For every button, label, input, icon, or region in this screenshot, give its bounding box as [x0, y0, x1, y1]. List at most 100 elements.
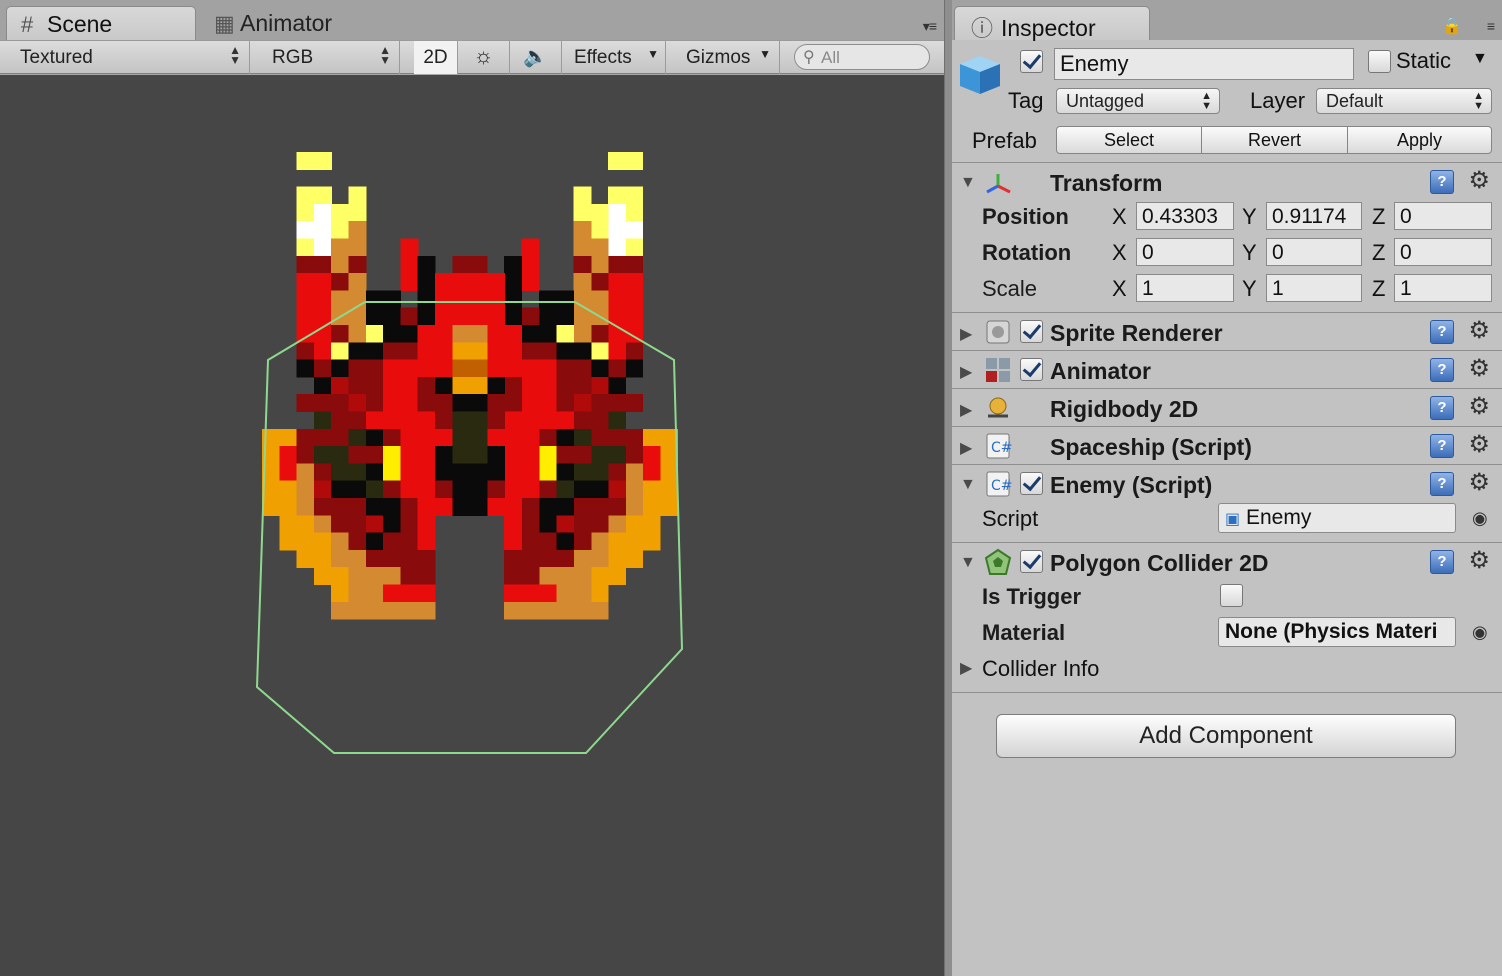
help-icon[interactable]: ?: [1430, 396, 1454, 420]
polygon-collider-header[interactable]: ▼ Polygon Collider 2D ? ⚙: [952, 544, 1502, 581]
gear-icon[interactable]: ⚙: [1468, 430, 1490, 459]
sprite-pixel: [504, 549, 523, 568]
rotation-y-field[interactable]: 0: [1266, 238, 1362, 266]
active-checkbox[interactable]: [1020, 50, 1043, 73]
sprite-pixel: [590, 359, 609, 378]
sprite-pixel: [608, 515, 626, 534]
sprite-pixel: [625, 394, 644, 413]
sprite-pixel: [538, 480, 557, 499]
position-y-field[interactable]: 0.91174: [1266, 202, 1362, 230]
static-checkbox[interactable]: [1368, 50, 1391, 73]
foldout-expanded-icon[interactable]: ▼: [960, 476, 976, 494]
scale-label: Scale: [982, 276, 1038, 301]
sprite-pixel: [538, 411, 557, 430]
scale-x-field[interactable]: 1: [1136, 274, 1234, 302]
gizmos-label: Gizmos: [686, 47, 751, 68]
sprite-pixel: [625, 515, 644, 534]
foldout-expanded-icon[interactable]: ▼: [960, 554, 976, 572]
sprite-pixel: [365, 342, 384, 361]
lock-icon[interactable]: 🔒: [1442, 16, 1462, 36]
draw-mode-dropdown[interactable]: Textured ▲ ▼: [0, 41, 250, 74]
help-icon[interactable]: ?: [1430, 358, 1454, 382]
sprite-pixel: [435, 376, 453, 395]
foldout-collapsed-icon[interactable]: ▶: [960, 658, 972, 678]
audio-toggle[interactable]: 🔈: [510, 41, 562, 74]
rotation-z-value: 0: [1400, 241, 1412, 264]
position-x-field[interactable]: 0.43303: [1136, 202, 1234, 230]
enemy-sprite[interactable]: [0, 75, 944, 976]
prefab-revert-button[interactable]: Revert: [1201, 126, 1348, 154]
foldout-collapsed-icon[interactable]: ▶: [960, 362, 972, 382]
panel-menu-icon[interactable]: ▾≡: [923, 18, 937, 35]
gear-icon[interactable]: ⚙: [1468, 166, 1490, 195]
prefab-apply-button[interactable]: Apply: [1347, 126, 1492, 154]
gear-icon[interactable]: ⚙: [1468, 468, 1490, 497]
tag-dropdown[interactable]: Untagged ▲ ▼: [1056, 88, 1220, 114]
help-icon[interactable]: ?: [1430, 320, 1454, 344]
rotation-z-field[interactable]: 0: [1394, 238, 1492, 266]
sprite-renderer-enabled-checkbox[interactable]: [1020, 320, 1043, 343]
sprite-pixel: [573, 567, 592, 586]
collider-info-label[interactable]: Collider Info: [982, 656, 1099, 682]
object-name-field[interactable]: Enemy: [1054, 48, 1354, 80]
sprite-pixel: [608, 498, 626, 516]
enemy-script-header[interactable]: ▼ C# Enemy (Script) ? ⚙: [952, 466, 1502, 503]
gizmos-dropdown[interactable]: Gizmos ▼: [676, 41, 780, 74]
object-picker-icon[interactable]: ◉: [1472, 508, 1488, 529]
help-icon[interactable]: ?: [1430, 550, 1454, 574]
sprite-pixel: [383, 515, 401, 534]
sprite-pixel: [625, 446, 644, 464]
inspector-menu-icon[interactable]: ≡: [1487, 18, 1495, 34]
animator-enabled-checkbox[interactable]: [1020, 358, 1043, 381]
2d-mode-toggle[interactable]: 2D: [414, 41, 458, 74]
layer-dropdown[interactable]: Default ▲ ▼: [1316, 88, 1492, 114]
sprite-pixel: [608, 203, 626, 222]
static-dropdown-icon[interactable]: ▼: [1472, 50, 1488, 68]
gear-icon[interactable]: ⚙: [1468, 354, 1490, 383]
rigidbody2d-header[interactable]: ▶ Rigidbody 2D ? ⚙: [952, 390, 1502, 427]
sprite-pixel: [469, 463, 488, 482]
help-icon[interactable]: ?: [1430, 434, 1454, 458]
foldout-expanded-icon[interactable]: ▼: [960, 174, 976, 192]
sprite-pixel: [313, 290, 332, 309]
sprite-pixel: [313, 273, 332, 291]
sprite-pixel: [313, 342, 332, 361]
rotation-x-field[interactable]: 0: [1136, 238, 1234, 266]
tab-animator[interactable]: ▦ Animator: [200, 6, 390, 40]
is-trigger-checkbox[interactable]: [1220, 584, 1243, 607]
polygon-collider-enabled-checkbox[interactable]: [1020, 550, 1043, 573]
position-z-field[interactable]: 0: [1394, 202, 1492, 230]
object-picker-icon[interactable]: ◉: [1472, 622, 1488, 643]
add-component-button[interactable]: Add Component: [996, 714, 1456, 758]
foldout-collapsed-icon[interactable]: ▶: [960, 400, 972, 420]
tab-scene-label: Scene: [47, 11, 113, 37]
foldout-collapsed-icon[interactable]: ▶: [960, 438, 972, 458]
animator-component-header[interactable]: ▶ Animator ? ⚙: [952, 352, 1502, 389]
script-object-field[interactable]: ▣ Enemy: [1218, 503, 1456, 533]
foldout-collapsed-icon[interactable]: ▶: [960, 324, 972, 344]
lighting-toggle[interactable]: ☼: [458, 41, 510, 74]
sprite-pixel: [521, 411, 540, 430]
spaceship-script-header[interactable]: ▶ C# Spaceship (Script) ? ⚙: [952, 428, 1502, 465]
tab-scene[interactable]: # Scene: [6, 6, 196, 40]
transform-header[interactable]: ▼ Transform ? ⚙: [952, 164, 1502, 201]
scale-z-field[interactable]: 1: [1394, 274, 1492, 302]
gear-icon[interactable]: ⚙: [1468, 392, 1490, 421]
prefab-select-button[interactable]: Select: [1056, 126, 1202, 154]
help-icon[interactable]: ?: [1430, 472, 1454, 496]
scale-y-field[interactable]: 1: [1266, 274, 1362, 302]
material-object-field[interactable]: None (Physics Materi: [1218, 617, 1456, 647]
sprite-pixel: [383, 359, 401, 378]
gear-icon[interactable]: ⚙: [1468, 316, 1490, 345]
help-icon[interactable]: ?: [1430, 170, 1454, 194]
scene-viewport[interactable]: [0, 75, 944, 976]
tab-inspector[interactable]: ⓘ Inspector: [954, 6, 1150, 41]
panel-splitter[interactable]: [944, 0, 952, 976]
hierarchy-search-input[interactable]: ⚲ All: [794, 44, 930, 70]
enemy-script-enabled-checkbox[interactable]: [1020, 472, 1043, 495]
effects-dropdown[interactable]: Effects ▼: [562, 41, 666, 74]
gear-icon[interactable]: ⚙: [1468, 546, 1490, 575]
sprite-pixel: [625, 152, 644, 170]
render-mode-dropdown[interactable]: RGB ▲ ▼: [260, 41, 400, 74]
sprite-renderer-header[interactable]: ▶ Sprite Renderer ? ⚙: [952, 314, 1502, 351]
